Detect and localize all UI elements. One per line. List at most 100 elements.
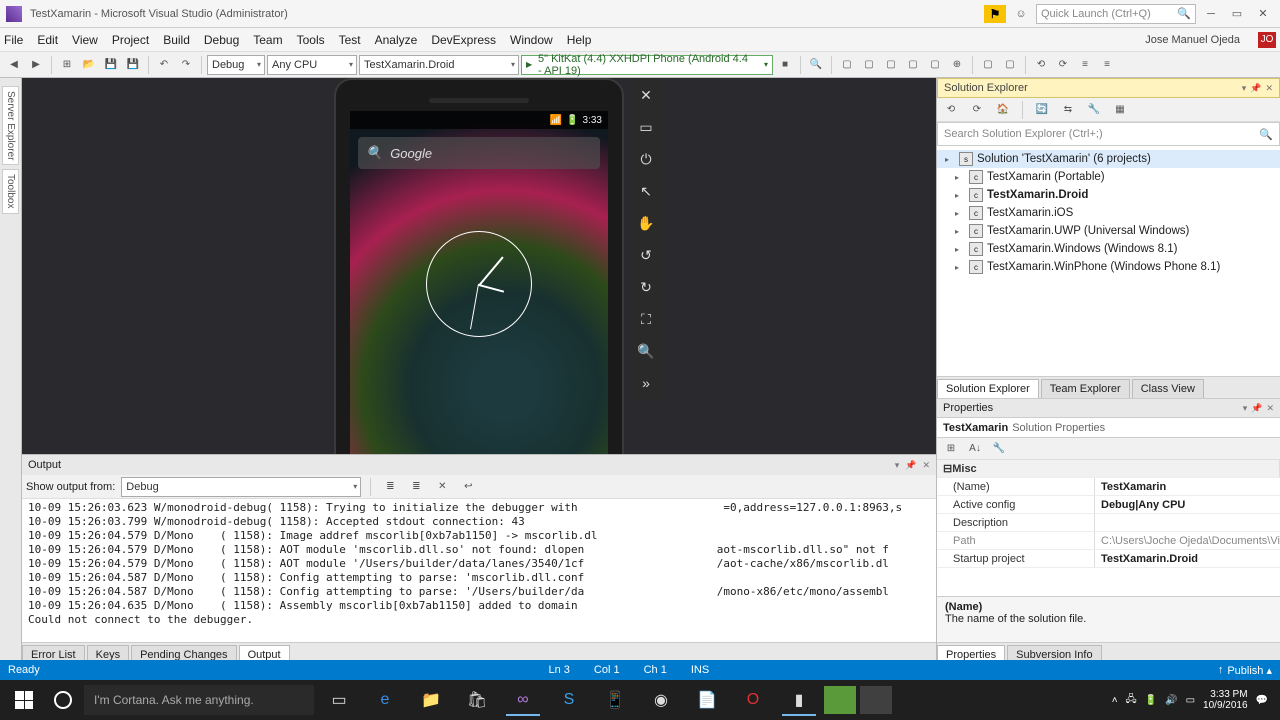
close-icon[interactable]: ✕ (1265, 83, 1273, 94)
app-icon[interactable] (824, 686, 856, 714)
rotate-right-icon[interactable]: ↻ (635, 276, 657, 298)
properties-icon[interactable]: 🔧 (1084, 100, 1104, 120)
system-tray[interactable]: ˄ 🖧 🔋 🔊 ▭ 3:33 PM 10/9/2016 💬 (1112, 689, 1274, 711)
tab-team-explorer[interactable]: Team Explorer (1041, 379, 1130, 398)
google-search-bar[interactable]: 🔍 Google (358, 137, 600, 169)
power-icon[interactable]: ⏻ (635, 148, 657, 170)
taskbar-clock[interactable]: 3:33 PM 10/9/2016 (1203, 689, 1248, 711)
nav-fwd-icon[interactable]: ▶ (26, 55, 46, 75)
signed-in-user[interactable]: Jose Manuel Ojeda (1145, 34, 1240, 46)
solution-platform-combo[interactable]: Any CPU (267, 55, 357, 75)
goto-icon[interactable]: ≣ (406, 477, 426, 497)
device-icon[interactable]: ▢ (978, 55, 998, 75)
rotate-left-icon[interactable]: ↺ (635, 244, 657, 266)
visual-studio-icon[interactable]: ∞ (502, 684, 544, 716)
menu-help[interactable]: Help (567, 33, 592, 47)
project-node[interactable]: ▸cTestXamarin.Windows (Windows 8.1) (937, 240, 1280, 258)
nav-back-icon[interactable]: ◀ (4, 55, 24, 75)
start-debug-button[interactable]: 5" KitKat (4.4) XXHDPI Phone (Android 4.… (521, 55, 773, 75)
clear-icon[interactable]: ✕ (432, 477, 452, 497)
publish-button[interactable]: ↑ Publish ▴ (1218, 664, 1272, 677)
pin-icon[interactable]: 📌 (905, 460, 916, 471)
close-icon[interactable]: ✕ (922, 460, 930, 471)
find-icon[interactable]: ≣ (380, 477, 400, 497)
new-project-icon[interactable]: ⊞ (57, 55, 77, 75)
menu-edit[interactable]: Edit (37, 33, 58, 47)
device-icon[interactable]: ▢ (881, 55, 901, 75)
categorize-icon[interactable]: ⊞ (941, 439, 961, 459)
project-node[interactable]: ▸cTestXamarin.WinPhone (Windows Phone 8.… (937, 258, 1280, 276)
pin-icon[interactable]: 📌 (1250, 83, 1261, 94)
stop-icon[interactable]: ■ (775, 55, 795, 75)
user-badge[interactable]: JO (1258, 32, 1276, 48)
solution-tree[interactable]: ▸s Solution 'TestXamarin' (6 projects) ▸… (937, 146, 1280, 376)
tab-toolbox[interactable]: Toolbox (2, 169, 19, 213)
menu-project[interactable]: Project (112, 33, 149, 47)
device-icon[interactable]: ▢ (925, 55, 945, 75)
tab-server-explorer[interactable]: Server Explorer (2, 86, 19, 165)
project-node[interactable]: ▸cTestXamarin.iOS (937, 204, 1280, 222)
solution-config-combo[interactable]: Debug (207, 55, 265, 75)
dropdown-icon[interactable]: ▾ (1242, 83, 1247, 94)
zoom-icon[interactable]: 🔍 (635, 340, 657, 362)
menu-test[interactable]: Test (339, 33, 361, 47)
menu-analyze[interactable]: Analyze (375, 33, 418, 47)
menu-tools[interactable]: Tools (297, 33, 325, 47)
project-node[interactable]: ▸cTestXamarin (Portable) (937, 168, 1280, 186)
menu-window[interactable]: Window (510, 33, 553, 47)
fit-screen-icon[interactable]: ⛶ (635, 308, 657, 330)
redo-icon[interactable]: ↷ (176, 55, 196, 75)
close-icon[interactable]: ✕ (1266, 403, 1274, 414)
home-icon[interactable]: ⟲ (941, 100, 961, 120)
solution-node[interactable]: ▸s Solution 'TestXamarin' (6 projects) (937, 150, 1280, 168)
tools-icon[interactable]: » (635, 372, 657, 394)
undo-icon[interactable]: ↶ (154, 55, 174, 75)
home-icon[interactable]: 🏠 (993, 100, 1013, 120)
multi-touch-icon[interactable]: ✋ (635, 212, 657, 234)
output-text[interactable]: 10-09 15:26:03.623 W/monodroid-debug( 11… (22, 499, 936, 642)
cortana-search-input[interactable]: I'm Cortana. Ask me anything. (84, 685, 314, 715)
start-button[interactable] (6, 684, 42, 716)
refresh-icon[interactable]: 🔄 (1032, 100, 1052, 120)
home-icon[interactable]: ⟳ (967, 100, 987, 120)
minimize-button[interactable]: ─ (1200, 4, 1222, 24)
close-button[interactable]: ✕ (1252, 4, 1274, 24)
feedback-icon[interactable]: ☺ (1010, 4, 1032, 24)
tab-class-view[interactable]: Class View (1132, 379, 1204, 398)
save-all-icon[interactable]: 💾 (123, 55, 143, 75)
menu-file[interactable]: File (4, 33, 23, 47)
wrap-icon[interactable]: ↩ (458, 477, 478, 497)
tool-icon[interactable]: ⟳ (1053, 55, 1073, 75)
pin-icon[interactable]: 📌 (1251, 403, 1262, 414)
wrench-icon[interactable]: 🔧 (989, 439, 1009, 459)
properties-grid[interactable]: ⊟ Misc (Name)TestXamarin Active configDe… (937, 460, 1280, 596)
notepad-icon[interactable]: 📄 (686, 684, 728, 716)
restore-button[interactable]: ▭ (1226, 4, 1248, 24)
dropdown-icon[interactable]: ▾ (1243, 403, 1248, 414)
solution-search-input[interactable]: Search Solution Explorer (Ctrl+;) 🔍 (937, 122, 1280, 146)
open-file-icon[interactable]: 📂 (79, 55, 99, 75)
cortana-icon[interactable] (46, 684, 80, 716)
project-node[interactable]: ▸cTestXamarin.UWP (Universal Windows) (937, 222, 1280, 240)
find-icon[interactable]: 🔍 (806, 55, 826, 75)
edge-icon[interactable]: e (364, 684, 406, 716)
file-explorer-icon[interactable]: 📁 (410, 684, 452, 716)
sync-icon[interactable]: ⇆ (1058, 100, 1078, 120)
phone-icon[interactable]: 📱 (594, 684, 636, 716)
task-view-icon[interactable]: ▭ (318, 684, 360, 716)
chrome-icon[interactable]: ◉ (640, 684, 682, 716)
app-icon[interactable] (860, 686, 892, 714)
notification-flag-icon[interactable]: ⚑ (984, 5, 1006, 23)
device-icon[interactable]: ▢ (903, 55, 923, 75)
tool-icon[interactable]: ≡ (1075, 55, 1095, 75)
quick-launch-input[interactable]: Quick Launch (Ctrl+Q) 🔍 (1036, 4, 1196, 24)
action-center-icon[interactable]: 💬 (1256, 695, 1268, 706)
device-icon[interactable]: ▢ (1000, 55, 1020, 75)
show-all-icon[interactable]: ▦ (1110, 100, 1130, 120)
output-source-combo[interactable]: Debug (121, 477, 361, 497)
menu-build[interactable]: Build (163, 33, 190, 47)
menu-devexpress[interactable]: DevExpress (431, 33, 496, 47)
chevron-up-icon[interactable]: ˄ (1112, 695, 1118, 706)
save-icon[interactable]: 💾 (101, 55, 121, 75)
tab-solution-explorer[interactable]: Solution Explorer (937, 379, 1039, 398)
